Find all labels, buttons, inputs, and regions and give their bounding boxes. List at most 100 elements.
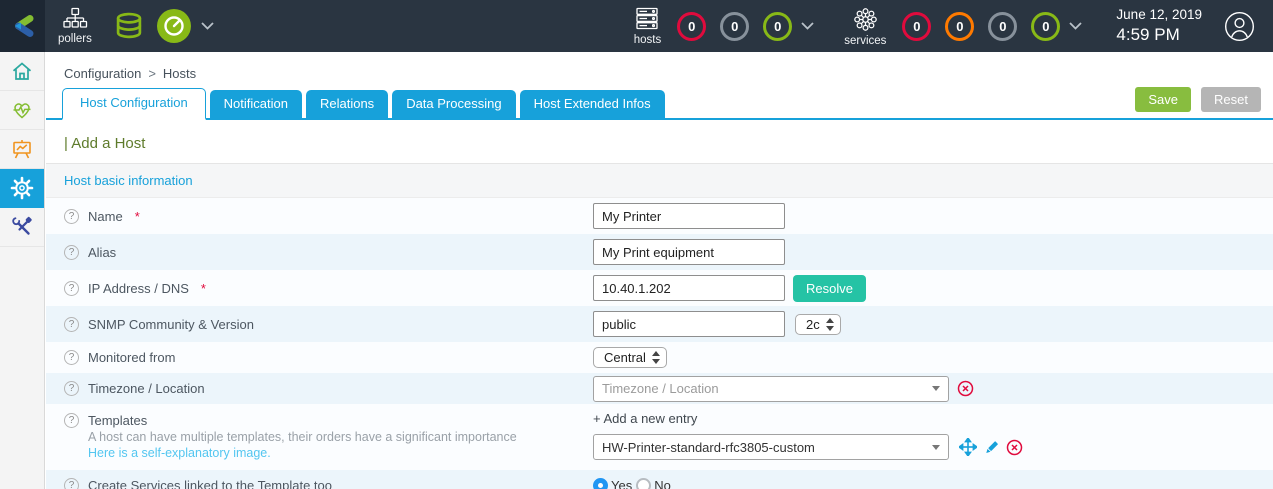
form-actions: Save Reset (1135, 87, 1261, 112)
tab-notification[interactable]: Notification (209, 90, 302, 118)
snmp-community-input[interactable] (593, 311, 785, 337)
save-button[interactable]: Save (1135, 87, 1192, 112)
main-sidebar (0, 52, 45, 489)
pollers-icon (63, 7, 88, 28)
form-row-name: ? Name * (46, 198, 1273, 234)
snmp-version-select[interactable]: 2c (795, 313, 841, 335)
form-row-timezone: ? Timezone / Location Timezone / Locatio… (46, 373, 1273, 404)
services-unknown-counter[interactable]: 0 (988, 11, 1018, 41)
header-time: 4:59 PM (1116, 24, 1180, 44)
hosts-unreachable-counter[interactable]: 0 (720, 11, 750, 41)
yes-label: Yes (611, 478, 633, 489)
hosts-status-menu[interactable]: hosts (633, 6, 662, 46)
monitored-from-label: Monitored from (88, 350, 176, 365)
tab-relations[interactable]: Relations (305, 90, 389, 118)
services-critical-counter[interactable]: 0 (902, 11, 932, 41)
template-select[interactable]: HW-Printer-standard-rfc3805-custom (593, 434, 949, 460)
name-label: Name (88, 208, 123, 224)
services-warning-counter[interactable]: 0 (945, 11, 975, 41)
tab-strip: Host Configuration Notification Relation… (46, 87, 1273, 120)
breadcrumb-configuration[interactable]: Configuration (64, 66, 141, 81)
sidebar-item-monitoring[interactable] (0, 91, 44, 130)
alias-input[interactable] (593, 239, 785, 265)
templates-help-link[interactable]: Here is a self-explanatory image. (88, 446, 593, 460)
dropdown-arrow-icon (932, 386, 940, 391)
pollers-label: pollers (58, 33, 92, 45)
name-input[interactable] (593, 203, 785, 229)
tools-icon (12, 216, 32, 235)
heartbeat-icon (13, 103, 31, 119)
reset-button[interactable]: Reset (1201, 87, 1261, 112)
template-edit-icon[interactable] (983, 439, 1000, 456)
create-services-label: Create Services linked to the Template t… (88, 478, 333, 489)
hosts-counters: 0 0 0 (677, 11, 793, 41)
top-header: pollers hosts 0 0 0 services 0 0 0 0 Jun… (0, 0, 1273, 52)
help-icon[interactable]: ? (64, 413, 79, 428)
help-icon[interactable]: ? (64, 350, 79, 365)
centreon-logo[interactable] (0, 0, 45, 52)
ip-label: IP Address / DNS (88, 280, 189, 296)
dropdown-arrow-icon (932, 444, 940, 450)
user-avatar[interactable] (1224, 11, 1255, 42)
sidebar-item-configuration[interactable] (0, 169, 44, 208)
templates-note: A host can have multiple templates, thei… (88, 430, 517, 444)
hosts-label: hosts (633, 34, 662, 46)
form-row-monitored-from: ? Monitored from Central (46, 342, 1273, 373)
hosts-down-counter[interactable]: 0 (677, 11, 707, 41)
create-services-no-option[interactable]: No (636, 478, 675, 489)
centreon-logo-icon (14, 15, 33, 37)
select-updown-icon (825, 317, 834, 331)
pollers-menu[interactable]: pollers (58, 7, 92, 45)
help-icon[interactable]: ? (64, 280, 79, 296)
services-ok-counter[interactable]: 0 (1031, 11, 1061, 41)
services-label: services (844, 34, 887, 47)
template-delete-icon[interactable] (1006, 439, 1023, 456)
create-services-yes-option[interactable]: Yes (593, 478, 636, 489)
hosts-chevron-down-icon[interactable] (801, 22, 814, 30)
sidebar-item-reporting[interactable] (0, 130, 44, 169)
services-counters: 0 0 0 0 (902, 11, 1061, 41)
header-date: June 12, 2019 (1116, 6, 1202, 22)
breadcrumb-hosts[interactable]: Hosts (163, 66, 196, 81)
alias-label: Alias (88, 244, 117, 260)
template-selected-value: HW-Printer-standard-rfc3805-custom (602, 439, 815, 455)
gauge-chevron-down-icon[interactable] (201, 22, 214, 30)
gauge-status-icon[interactable] (156, 8, 192, 44)
hosts-up-counter[interactable]: 0 (763, 11, 793, 41)
tab-host-extended-infos[interactable]: Host Extended Infos (519, 90, 665, 118)
template-move-icon[interactable] (959, 438, 977, 456)
select-updown-icon (651, 351, 660, 364)
help-icon[interactable]: ? (64, 244, 79, 260)
services-icon (854, 7, 877, 31)
radio-yes-checked[interactable] (593, 478, 608, 489)
form-row-create-services: ? Create Services linked to the Template… (46, 470, 1273, 489)
gear-icon (10, 176, 34, 200)
tab-host-configuration[interactable]: Host Configuration (62, 88, 206, 120)
monitored-from-select[interactable]: Central (593, 347, 667, 368)
help-icon[interactable]: ? (64, 478, 79, 489)
database-status-icon[interactable] (114, 12, 144, 40)
services-status-menu[interactable]: services (844, 6, 886, 47)
sidebar-item-home[interactable] (0, 52, 44, 91)
ip-input[interactable] (593, 275, 785, 301)
breadcrumb-separator: > (148, 66, 156, 81)
timezone-clear-icon[interactable] (957, 380, 974, 397)
resolve-button[interactable]: Resolve (793, 274, 866, 302)
header-clock: June 12, 2019 4:59 PM (1116, 7, 1202, 45)
help-icon[interactable]: ? (64, 381, 79, 396)
hosts-icon (636, 7, 659, 30)
section-host-basic-information: Host basic information (46, 163, 1273, 198)
radio-no-unchecked[interactable] (636, 478, 652, 489)
help-icon[interactable]: ? (64, 316, 79, 332)
services-chevron-down-icon[interactable] (1069, 22, 1083, 30)
form-row-templates: ? Templates + Add a new entry A host can… (46, 404, 1273, 471)
page-title: | Add a Host (64, 135, 146, 152)
user-icon (1224, 11, 1255, 41)
help-icon[interactable]: ? (64, 208, 79, 224)
timezone-placeholder: Timezone / Location (602, 381, 719, 396)
timezone-label: Timezone / Location (88, 381, 205, 396)
sidebar-item-administration[interactable] (0, 208, 44, 247)
tab-data-processing[interactable]: Data Processing (392, 90, 516, 118)
timezone-select[interactable]: Timezone / Location (593, 375, 949, 402)
add-template-entry-link[interactable]: + Add a new entry (593, 411, 697, 426)
